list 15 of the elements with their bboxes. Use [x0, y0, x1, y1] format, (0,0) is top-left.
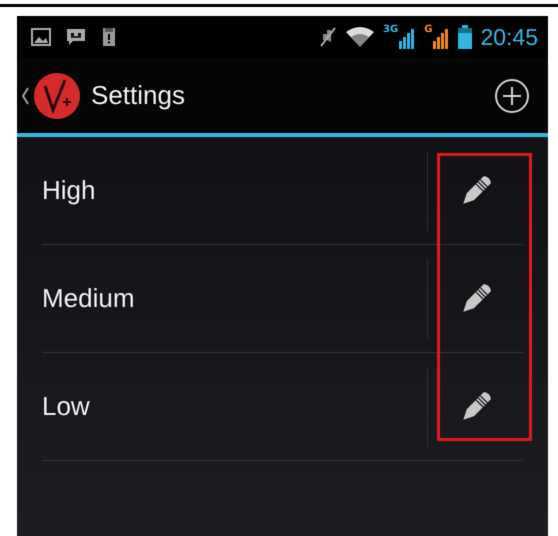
mute-icon [319, 26, 338, 48]
add-icon [494, 78, 530, 114]
wifi-icon [345, 26, 376, 48]
add-button[interactable] [494, 78, 530, 114]
sd-card-icon [101, 26, 117, 48]
list-item-label[interactable]: High [42, 175, 427, 206]
list-item-label[interactable]: Medium [42, 283, 427, 314]
battery-icon [458, 25, 472, 49]
app-logo-icon [33, 72, 81, 120]
app-home-button[interactable]: Settings [21, 72, 185, 120]
clock-time: 20:45 [480, 24, 538, 50]
message-icon [65, 27, 87, 47]
image-icon [31, 28, 51, 46]
back-caret-icon [21, 86, 29, 104]
list-item-label[interactable]: Low [42, 391, 427, 422]
